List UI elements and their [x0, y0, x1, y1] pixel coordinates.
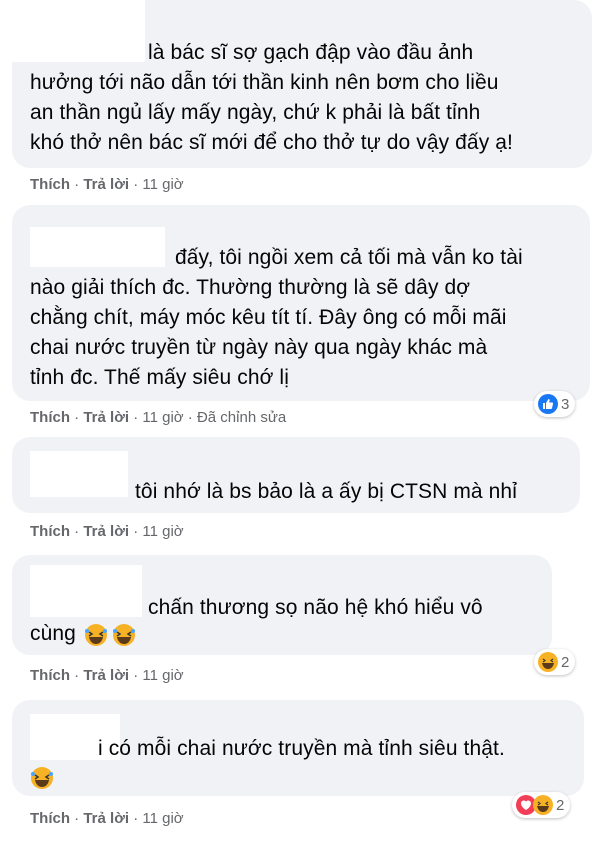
reaction-count: 3: [561, 395, 570, 413]
comment-4: chấn thương sọ não hệ khó hiểu vô cùng T…: [0, 555, 600, 695]
haha-emoji-icon: [31, 767, 53, 789]
comment-2: đấy, tôi ngồi xem cả tối mà vẫn ko tài n…: [0, 205, 600, 435]
comment-text-line: chai nước truyền từ ngày này qua ngày kh…: [30, 336, 488, 359]
redacted-author: [0, 0, 145, 62]
timestamp[interactable]: 11 giờ: [142, 523, 183, 540]
comment-meta: Thích · Trả lời · 11 giờ: [30, 810, 184, 827]
timestamp[interactable]: 11 giờ: [142, 409, 183, 426]
like-link[interactable]: Thích: [30, 523, 70, 540]
comment-text-line: chằng chít, máy móc kêu tít tí. Đây ông …: [30, 306, 507, 329]
reaction-count: 2: [556, 796, 565, 814]
reaction-count: 2: [561, 653, 570, 671]
comment-text-line: an thần ngủ lấy mấy ngày, chứ k phải là …: [30, 101, 481, 124]
like-link[interactable]: Thích: [30, 810, 70, 827]
comment-text-line: chấn thương sọ não hệ khó hiểu vô: [148, 596, 483, 619]
comment-meta: Thích · Trả lời · 11 giờ: [30, 523, 184, 540]
comment-meta: Thích · Trả lời · 11 giờ: [30, 667, 184, 684]
comment-meta: Thích · Trả lời · 11 giờ · Đã chỉnh sửa: [30, 409, 287, 426]
reply-link[interactable]: Trả lời: [83, 523, 129, 540]
timestamp[interactable]: 11 giờ: [142, 810, 183, 827]
comment-text-line: i có mỗi chai nước truyền mà tỉnh siêu t…: [98, 737, 505, 760]
reply-link[interactable]: Trả lời: [83, 176, 129, 193]
like-link[interactable]: Thích: [30, 667, 70, 684]
reply-link[interactable]: Trả lời: [83, 667, 129, 684]
comment-text-line: tỉnh đc. Thế mấy siêu chớ lị: [30, 366, 289, 389]
comment-text-line: nào giải thích đc. Thường thường là sẽ d…: [30, 276, 471, 299]
edited-label: Đã chỉnh sửa: [196, 409, 287, 426]
comment-text-line: là bác sĩ sợ gạch đập vào đầu ảnh: [148, 41, 474, 64]
haha-icon: [533, 795, 553, 815]
reaction-summary[interactable]: 2: [512, 792, 571, 818]
reply-link[interactable]: Trả lời: [83, 409, 129, 426]
like-icon: [538, 394, 558, 414]
comment-text-line: hưởng tới não dẫn tới thần kinh nên bơm …: [30, 71, 499, 94]
comment-text-line: tôi nhớ là bs bảo là a ấy bị CTSN mà nhỉ: [135, 480, 517, 503]
like-link[interactable]: Thích: [30, 409, 70, 426]
redacted-author: [30, 451, 128, 497]
comment-1: là bác sĩ sợ gạch đập vào đầu ảnh hưởng …: [0, 0, 600, 200]
redacted-author: [30, 565, 142, 617]
timestamp[interactable]: 11 giờ: [142, 667, 183, 684]
comment-text-line: khó thở nên bác sĩ mới để cho thở tự do …: [30, 131, 513, 154]
reaction-summary[interactable]: 3: [534, 391, 576, 417]
comment-meta: Thích · Trả lời · 11 giờ: [30, 176, 184, 193]
reaction-summary[interactable]: 2: [534, 649, 576, 675]
haha-icon: [538, 652, 558, 672]
like-link[interactable]: Thích: [30, 176, 70, 193]
comment-text-line: cùng: [30, 622, 76, 645]
comment-5: i có mỗi chai nước truyền mà tỉnh siêu t…: [0, 700, 600, 843]
redacted-author: [30, 227, 165, 267]
reply-link[interactable]: Trả lời: [83, 810, 129, 827]
timestamp[interactable]: 11 giờ: [142, 176, 183, 193]
comment-text-line: đấy, tôi ngồi xem cả tối mà vẫn ko tài: [175, 246, 523, 269]
comment-3: tôi nhớ là bs bảo là a ấy bị CTSN mà nhỉ…: [0, 437, 600, 547]
haha-emoji-icon: [85, 624, 135, 646]
